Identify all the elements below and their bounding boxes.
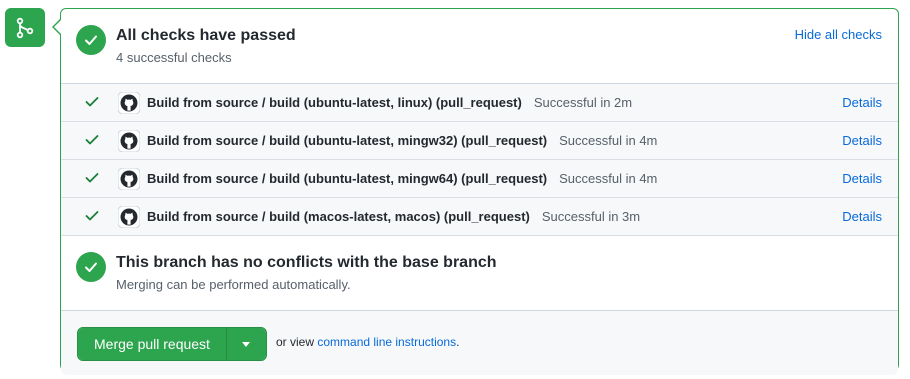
check-icon [85, 97, 99, 107]
check-row: Build from source / build (macos-latest,… [61, 198, 898, 236]
github-icon [118, 92, 140, 114]
check-icon [85, 173, 99, 183]
check-status: Successful in 3m [541, 209, 641, 224]
check-title: Build from source / build (ubuntu-latest… [147, 133, 548, 148]
check-name: Build from source / build (ubuntu-latest… [147, 171, 657, 186]
check-details-link[interactable]: Details [842, 133, 882, 148]
github-icon [118, 168, 140, 190]
merge-pull-request-button[interactable]: Merge pull request [78, 328, 226, 360]
checks-list: Build from source / build (ubuntu-latest… [61, 84, 898, 236]
check-name: Build from source / build (ubuntu-latest… [147, 95, 632, 110]
check-name: Build from source / build (ubuntu-latest… [147, 133, 657, 148]
check-title: Build from source / build (macos-latest,… [147, 209, 530, 224]
check-row: Build from source / build (ubuntu-latest… [61, 84, 898, 122]
hide-all-checks-link[interactable]: Hide all checks [795, 27, 882, 42]
checks-title: All checks have passed [116, 27, 296, 44]
check-status: Successful in 4m [559, 171, 658, 186]
check-details-link[interactable]: Details [842, 209, 882, 224]
check-icon [85, 211, 99, 221]
no-conflicts-badge [76, 252, 106, 282]
check-details-link[interactable]: Details [842, 95, 882, 110]
check-status: Successful in 4m [559, 133, 658, 148]
caret-down-icon [242, 341, 251, 347]
checks-passed-badge [76, 25, 106, 55]
command-line-instructions-link[interactable]: command line instructions [317, 335, 456, 349]
check-name: Build from source / build (macos-latest,… [147, 209, 640, 224]
check-row: Build from source / build (ubuntu-latest… [61, 122, 898, 160]
panel-pointer-inner [54, 20, 61, 34]
branch-status: This branch has no conflicts with the ba… [61, 236, 898, 311]
cli-instructions: or view command line instructions. [276, 335, 459, 349]
merge-status-panel: All checks have passed 4 successful chec… [60, 8, 899, 375]
check-status: Successful in 2m [533, 95, 633, 110]
checks-subtitle: 4 successful checks [116, 50, 232, 65]
branch-subtitle: Merging can be performed automatically. [116, 277, 351, 292]
merge-options-dropdown[interactable] [225, 328, 266, 360]
check-row: Build from source / build (ubuntu-latest… [61, 160, 898, 198]
check-icon [85, 35, 97, 45]
github-icon [118, 206, 140, 228]
merge-button-group: Merge pull request [77, 327, 267, 361]
branch-title: This branch has no conflicts with the ba… [116, 254, 497, 271]
merge-actions: Merge pull request or view command line … [61, 311, 898, 375]
check-title: Build from source / build (ubuntu-latest… [147, 171, 548, 186]
cli-suffix: . [456, 335, 460, 349]
check-title: Build from source / build (ubuntu-latest… [147, 95, 522, 110]
check-icon [85, 262, 97, 272]
check-icon [85, 135, 99, 145]
check-details-link[interactable]: Details [842, 171, 882, 186]
cli-prefix: or view [276, 335, 315, 349]
git-merge-icon [16, 17, 34, 38]
github-icon [118, 130, 140, 152]
checks-summary: All checks have passed 4 successful chec… [61, 9, 898, 84]
git-merge-icon-box [5, 8, 45, 47]
